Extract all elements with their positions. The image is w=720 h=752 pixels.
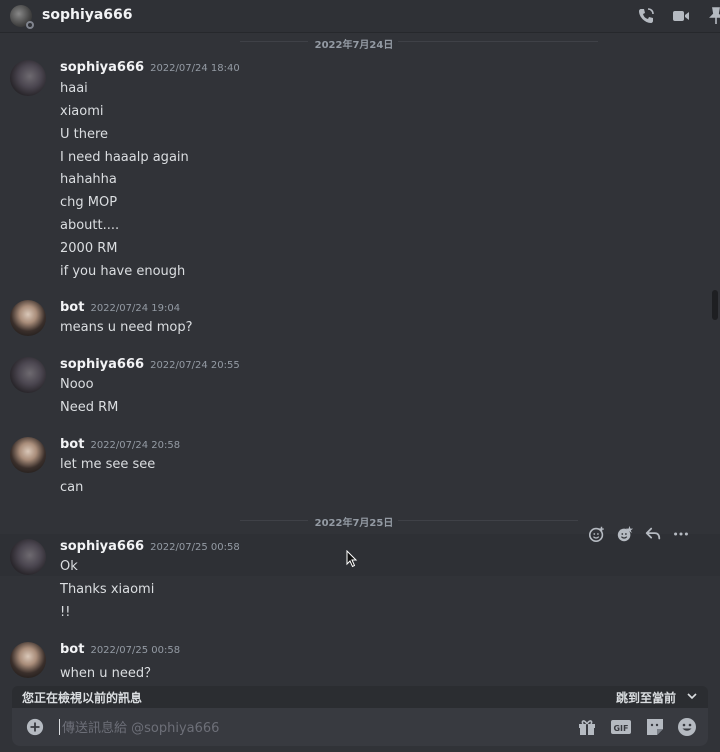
avatar[interactable] (10, 437, 46, 473)
date-divider-line (240, 520, 308, 521)
message-line: chg MOP (60, 195, 118, 210)
username[interactable]: sophiya666 (60, 539, 144, 554)
message-header: sophiya666 2022/07/24 20:55 (60, 357, 240, 372)
gift-icon[interactable] (576, 716, 598, 738)
timestamp: 2022/07/25 00:58 (150, 542, 240, 553)
mouse-cursor-icon (346, 550, 358, 568)
message-hover-toolbar (588, 525, 690, 547)
header-title[interactable]: sophiya666 (42, 7, 133, 23)
message-header: bot 2022/07/24 19:04 (60, 300, 180, 315)
message-header: sophiya666 2022/07/24 18:40 (60, 60, 240, 75)
message-line: can (60, 480, 84, 495)
reply-icon[interactable] (644, 525, 662, 543)
chevron-down-icon[interactable] (686, 690, 698, 702)
message-line: means u need mop? (60, 320, 193, 335)
message-line: 2000 RM (60, 241, 118, 256)
message-line: I need haaalp again (60, 150, 189, 165)
older-messages-text: 您正在檢視以前的訊息 (22, 691, 143, 705)
channel-header: sophiya666 (0, 0, 720, 33)
message-line: Nooo (60, 377, 94, 392)
phone-icon[interactable] (636, 6, 656, 26)
status-indicator (26, 21, 34, 29)
plus-icon[interactable] (26, 718, 44, 736)
date-divider-line (398, 520, 578, 521)
pin-icon[interactable] (706, 6, 720, 26)
timestamp: 2022/07/24 20:55 (150, 360, 240, 371)
avatar[interactable] (10, 539, 46, 575)
scrollbar-thumb[interactable] (712, 290, 718, 320)
username[interactable]: bot (60, 642, 84, 657)
sticker-icon[interactable] (644, 716, 666, 738)
gif-icon[interactable]: GIF (610, 716, 632, 738)
avatar[interactable] (10, 357, 46, 393)
more-icon[interactable] (672, 525, 690, 543)
message-line: U there (60, 127, 109, 142)
message-header: bot 2022/07/24 20:58 (60, 437, 180, 452)
avatar[interactable] (10, 642, 46, 678)
timestamp: 2022/07/24 20:58 (90, 440, 181, 451)
message-header: bot 2022/07/25 00:58 (60, 642, 180, 657)
username[interactable]: bot (60, 300, 84, 315)
username[interactable]: bot (60, 437, 84, 452)
message-line: aboutt.... (60, 218, 120, 233)
message-line: !! (60, 605, 71, 620)
username[interactable]: sophiya666 (60, 357, 144, 372)
message-header: sophiya666 2022/07/25 00:58 (60, 539, 240, 554)
video-icon[interactable] (671, 6, 691, 26)
svg-text:GIF: GIF (613, 724, 628, 733)
avatar[interactable] (10, 60, 46, 96)
message-line: Thanks xiaomi (60, 582, 155, 597)
message-line: Need RM (60, 400, 119, 415)
message-input[interactable] (60, 716, 504, 740)
username[interactable]: sophiya666 (60, 60, 144, 75)
message-line: let me see see (60, 457, 156, 472)
date-divider: 2022年7月24日 (314, 40, 394, 51)
message-line: haai (60, 81, 88, 96)
message-composer: GIF (12, 708, 708, 746)
avatar[interactable] (10, 300, 46, 336)
date-divider-line (240, 41, 308, 42)
older-messages-banner: 您正在檢視以前的訊息 跳到至當前 (12, 686, 708, 708)
jump-to-present-button[interactable]: 跳到至當前 (616, 689, 676, 706)
message-line: Ok (60, 559, 78, 574)
header-avatar[interactable] (10, 5, 34, 29)
timestamp: 2022/07/25 00:58 (90, 645, 181, 656)
super-reaction-icon[interactable] (616, 525, 634, 543)
timestamp: 2022/07/24 19:04 (90, 303, 181, 314)
emoji-icon[interactable] (676, 716, 698, 738)
message-line: hahahha (60, 172, 117, 187)
message-line: if you have enough (60, 264, 186, 279)
message-line: xiaomi (60, 104, 104, 119)
message-line: when u need？ (60, 666, 158, 681)
timestamp: 2022/07/24 18:40 (150, 63, 240, 74)
add-reaction-icon[interactable] (588, 525, 606, 543)
date-divider-line (398, 41, 598, 42)
date-divider: 2022年7月25日 (314, 518, 394, 529)
